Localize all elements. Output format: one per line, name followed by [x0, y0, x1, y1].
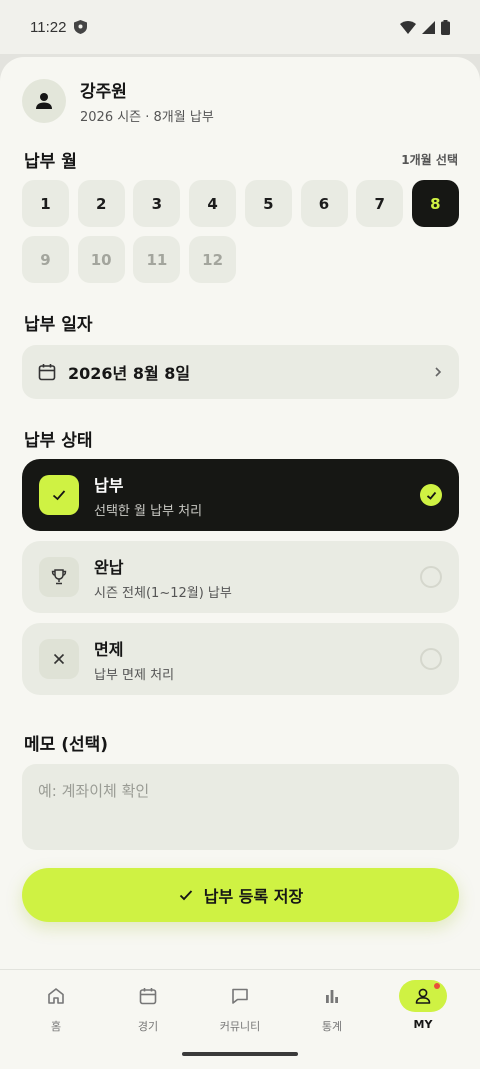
system-status-bar: 11:22 [0, 0, 480, 54]
month-10-button[interactable]: 10 [77, 236, 125, 283]
status-option-paid[interactable]: 납부 선택한 월 납부 처리 [22, 459, 459, 531]
trophy-icon [51, 569, 67, 585]
nav-item-home[interactable]: 홈 [11, 980, 101, 1034]
month-7-button[interactable]: 7 [356, 180, 404, 227]
month-5-button[interactable]: 5 [244, 180, 292, 227]
nav-item-stats[interactable]: 통계 [287, 980, 377, 1034]
cellular-signal-icon [422, 20, 435, 34]
member-subtitle: 2026 시즌 · 8개월 납부 [80, 110, 214, 125]
status-option-fully-paid[interactable]: 완납 시즌 전체(1~12월) 납부 [22, 541, 459, 613]
check-icon [52, 490, 66, 501]
nav-label: 커뮤니티 [219, 1020, 261, 1033]
chat-icon [232, 988, 248, 1004]
person-icon [415, 988, 431, 1004]
chevron-right-icon [435, 367, 442, 377]
battery-icon [441, 19, 450, 35]
member-name: 강주원 [80, 82, 127, 102]
radio-unchecked-icon[interactable] [420, 566, 442, 588]
radio-unchecked-icon[interactable] [420, 648, 442, 670]
status-option-title: 완납 [94, 557, 124, 577]
calendar-icon [139, 988, 157, 1005]
month-12-button[interactable]: 12 [189, 236, 237, 283]
save-button-label: 납부 등록 저장 [203, 887, 304, 906]
radio-checked-icon[interactable] [420, 484, 442, 506]
status-option-title: 납부 [94, 475, 124, 495]
month-6-button[interactable]: 6 [300, 180, 348, 227]
nav-item-community[interactable]: 커뮤니티 [195, 980, 285, 1034]
shield-icon [74, 20, 88, 34]
month-8-button[interactable]: 8 [411, 180, 459, 227]
check-icon [179, 890, 192, 901]
nav-item-my[interactable]: MY [378, 980, 468, 1031]
month-1-button[interactable]: 1 [22, 180, 69, 227]
status-option-title: 면제 [94, 639, 124, 659]
status-option-exempt[interactable]: 면제 납부 면제 처리 [22, 623, 459, 695]
month-11-button[interactable]: 11 [133, 236, 181, 283]
date-picker-field[interactable]: 2026년 8월 8일 [22, 345, 459, 399]
wifi-icon [400, 21, 416, 34]
nav-label: 통계 [321, 1020, 343, 1033]
notification-dot [434, 983, 440, 989]
calendar-icon [38, 364, 56, 381]
nav-item-games[interactable]: 경기 [103, 980, 193, 1034]
avatar [22, 79, 66, 123]
selected-count-label: 1개월 선택 [401, 153, 458, 167]
date-value: 2026년 8월 8일 [68, 364, 191, 383]
month-9-button[interactable]: 9 [22, 236, 69, 283]
status-section-title: 납부 상태 [24, 431, 93, 451]
month-section-title: 납부 월 [24, 152, 77, 172]
memo-section-title: 메모 (선택) [24, 735, 109, 755]
person-icon [36, 93, 52, 109]
date-section-title: 납부 일자 [24, 315, 93, 335]
clock: 11:22 [30, 18, 67, 36]
status-option-desc: 시즌 전체(1~12월) 납부 [94, 585, 232, 601]
memo-input[interactable] [22, 764, 459, 850]
nav-label: 경기 [137, 1020, 159, 1033]
month-2-button[interactable]: 2 [77, 180, 125, 227]
month-3-button[interactable]: 3 [133, 180, 181, 227]
status-option-desc: 납부 면제 처리 [94, 667, 175, 683]
save-payment-button[interactable]: 납부 등록 저장 [22, 868, 459, 922]
check-icon [426, 491, 436, 500]
bar-chart-icon [326, 990, 338, 1003]
status-option-desc: 선택한 월 납부 처리 [94, 503, 203, 519]
home-icon [48, 988, 64, 1004]
nav-label: MY [413, 1018, 433, 1031]
nav-label: 홈 [50, 1020, 62, 1033]
home-indicator [182, 1052, 298, 1056]
payment-sheet: 강주원 2026 시즌 · 8개월 납부 납부 월 1개월 선택 1 2 3 4… [0, 57, 480, 1069]
member-profile: 강주원 2026 시즌 · 8개월 납부 [22, 77, 214, 125]
close-icon [53, 653, 65, 665]
month-4-button[interactable]: 4 [189, 180, 237, 227]
